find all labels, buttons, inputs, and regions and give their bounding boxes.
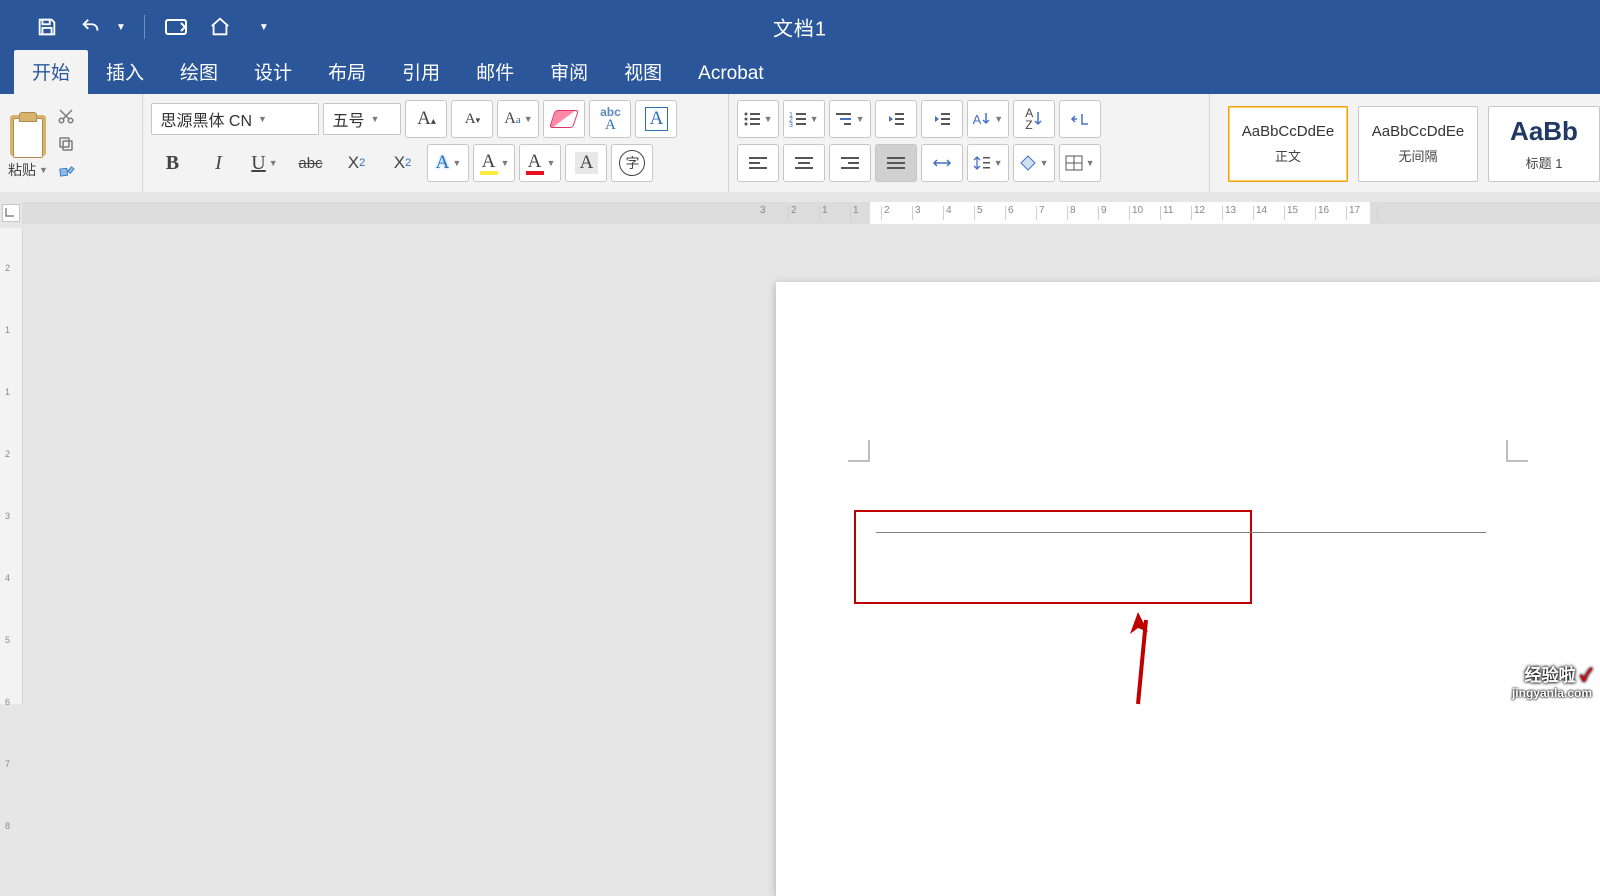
bullets-button[interactable]: ▼ <box>737 100 779 138</box>
align-justify-button[interactable] <box>875 144 917 182</box>
page[interactable] <box>776 282 1600 896</box>
paste-button[interactable]: 粘贴 ▼ <box>8 108 48 180</box>
enclose-char-button[interactable]: 字 <box>611 144 653 182</box>
paste-label: 粘贴 <box>8 160 36 180</box>
sort-button[interactable]: AZ <box>1013 100 1055 138</box>
undo-icon[interactable] <box>78 14 104 40</box>
font-name-value: 思源黑体 CN <box>160 107 252 131</box>
horizontal-rule-line <box>876 532 1486 533</box>
italic-button[interactable]: I <box>197 144 239 182</box>
tab-view[interactable]: 视图 <box>606 50 680 94</box>
annotation-red-box <box>854 510 1252 604</box>
change-case-button[interactable]: Aa▼ <box>497 100 539 138</box>
tab-design[interactable]: 设计 <box>236 50 310 94</box>
tab-mail[interactable]: 邮件 <box>458 50 532 94</box>
cut-icon[interactable] <box>54 105 78 127</box>
margin-corner-tr <box>1506 440 1528 462</box>
svg-text:3: 3 <box>789 122 793 127</box>
char-shading-button[interactable]: A <box>565 144 607 182</box>
line-spacing-button[interactable]: ▼ <box>967 144 1009 182</box>
font-color-button[interactable]: A▼ <box>519 144 561 182</box>
qat-more-icon[interactable]: ▼ <box>259 22 269 33</box>
eraser-icon <box>552 110 576 128</box>
highlight-button[interactable]: A▼ <box>473 144 515 182</box>
tab-acrobat[interactable]: Acrobat <box>680 55 781 94</box>
horizontal-ruler[interactable]: 3211234567891011121314151617 <box>22 202 1600 224</box>
ribbon: 粘贴 ▼ 思源黑体 CN▼ 五号▼ A▴ A▾ <box>0 94 1600 193</box>
shading-button[interactable]: ▼ <box>1013 144 1055 182</box>
shrink-font-button[interactable]: A▾ <box>451 100 493 138</box>
group-styles: AaBbCcDdEe 正文 AaBbCcDdEe 无间隔 AaBb 标题 1 <box>1210 94 1600 192</box>
style-normal[interactable]: AaBbCcDdEe 正文 <box>1228 106 1348 182</box>
vertical-ruler[interactable]: 2112345678 <box>0 228 23 704</box>
undo-dropdown-icon[interactable]: ▼ <box>116 22 126 33</box>
tab-home[interactable]: 开始 <box>14 50 88 94</box>
subscript-button[interactable]: X2 <box>335 144 377 182</box>
font-size-value: 五号 <box>332 107 364 131</box>
qat-separator <box>144 15 145 39</box>
document-title: 文档1 <box>773 13 827 42</box>
quick-access-toolbar: ▼ ▼ <box>0 0 269 54</box>
group-font: 思源黑体 CN▼ 五号▼ A▴ A▾ Aa▼ abcA A B I U▼ abc… <box>143 94 728 192</box>
group-paragraph: ▼ 123▼ ▼ A▼ AZ ▼ ▼ ▼ <box>729 94 1210 192</box>
document-area: 3211234567891011121314151617 2112345678 … <box>0 192 1600 704</box>
distribute-button[interactable] <box>921 144 963 182</box>
decrease-indent-button[interactable] <box>875 100 917 138</box>
tab-selector-icon[interactable] <box>2 204 20 222</box>
borders-button[interactable]: ▼ <box>1059 144 1101 182</box>
align-left-button[interactable] <box>737 144 779 182</box>
paste-dropdown-icon[interactable]: ▼ <box>39 165 48 175</box>
watermark: 经验啦 ✓ jingyanla.com <box>1512 661 1592 700</box>
ribbon-tabs: 开始 插入 绘图 设计 布局 引用 邮件 审阅 视图 Acrobat <box>0 54 1600 94</box>
clipboard-icon <box>9 112 47 158</box>
style-heading1[interactable]: AaBb 标题 1 <box>1488 106 1600 182</box>
strikethrough-button[interactable]: abc <box>289 144 331 182</box>
multilevel-button[interactable]: ▼ <box>829 100 871 138</box>
tab-layout[interactable]: 布局 <box>310 50 384 94</box>
bold-button[interactable]: B <box>151 144 193 182</box>
text-effects-button[interactable]: A▼ <box>427 144 469 182</box>
tab-insert[interactable]: 插入 <box>88 50 162 94</box>
text-direction-button[interactable]: A▼ <box>967 100 1010 138</box>
clear-formatting-button[interactable] <box>543 100 585 138</box>
save-icon[interactable] <box>34 14 60 40</box>
align-center-button[interactable] <box>783 144 825 182</box>
font-size-combo[interactable]: 五号▼ <box>323 103 401 135</box>
numbering-button[interactable]: 123▼ <box>783 100 825 138</box>
group-clipboard: 粘贴 ▼ <box>0 94 143 192</box>
clipboard-side <box>54 105 78 183</box>
format-painter-icon[interactable] <box>50 156 83 188</box>
copy-icon[interactable] <box>54 133 78 155</box>
margin-corner-tl <box>848 440 870 462</box>
home-icon[interactable] <box>207 14 233 40</box>
increase-indent-button[interactable] <box>921 100 963 138</box>
superscript-button[interactable]: X2 <box>381 144 423 182</box>
tab-review[interactable]: 审阅 <box>532 50 606 94</box>
grow-font-button[interactable]: A▴ <box>405 100 447 138</box>
font-name-combo[interactable]: 思源黑体 CN▼ <box>151 103 319 135</box>
align-right-button[interactable] <box>829 144 871 182</box>
title-bar: ▼ ▼ 文档1 <box>0 0 1600 54</box>
tab-draw[interactable]: 绘图 <box>162 50 236 94</box>
style-nospacing[interactable]: AaBbCcDdEe 无间隔 <box>1358 106 1478 182</box>
phonetic-guide-button[interactable]: abcA <box>589 100 631 138</box>
char-border-button[interactable]: A <box>635 100 677 138</box>
underline-button[interactable]: U▼ <box>243 144 285 182</box>
touch-mode-icon[interactable] <box>163 14 189 40</box>
show-marks-button[interactable] <box>1059 100 1101 138</box>
tab-references[interactable]: 引用 <box>384 50 458 94</box>
annotation-arrow-icon <box>1124 612 1152 708</box>
